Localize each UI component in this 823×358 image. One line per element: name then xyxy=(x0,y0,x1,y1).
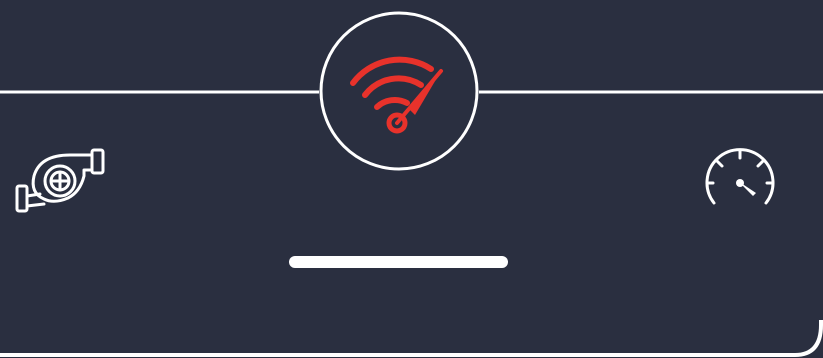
turbo-button[interactable] xyxy=(14,146,106,216)
speedometer-button[interactable] xyxy=(700,145,780,215)
center-badge-button[interactable] xyxy=(319,11,479,171)
turbocharger-icon xyxy=(15,148,105,213)
home-indicator[interactable] xyxy=(289,256,508,268)
bottom-frame-edge xyxy=(0,320,823,357)
app-screen xyxy=(0,0,823,358)
speedometer-icon xyxy=(705,148,775,205)
wifi-speed-gauge-icon xyxy=(319,11,479,171)
